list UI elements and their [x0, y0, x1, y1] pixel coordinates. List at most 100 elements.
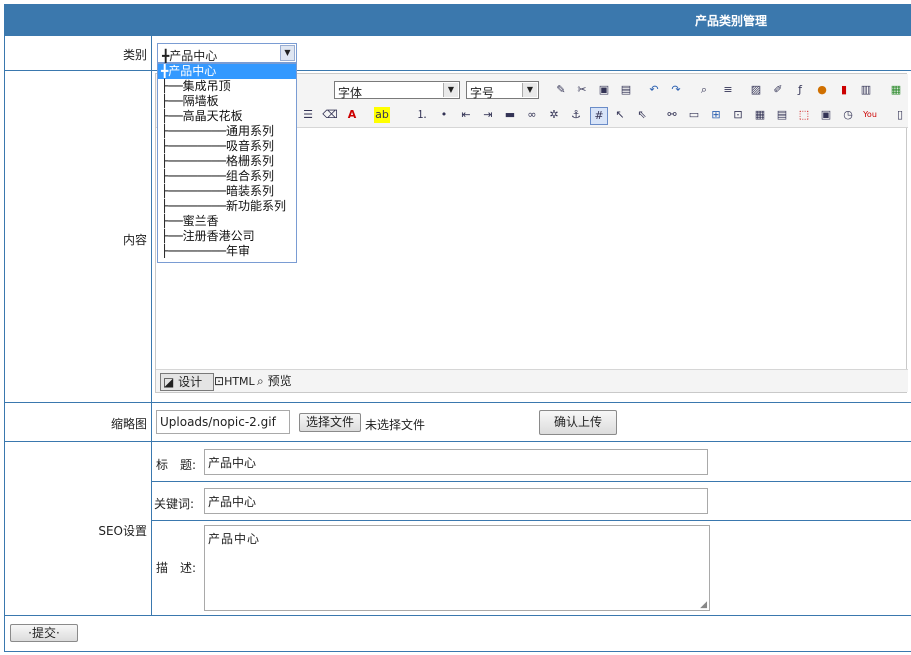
youtube-icon[interactable]: You: [862, 107, 878, 123]
tab-preview-label: 预览: [267, 374, 292, 388]
chevron-down-icon[interactable]: ▼: [522, 83, 537, 97]
thumbnail-path-value: Uploads/nopic-2.gif: [160, 415, 276, 429]
tab-html[interactable]: ⊡HTML: [214, 373, 255, 389]
find-replace-icon[interactable]: ⌕: [696, 82, 712, 98]
table-grid-icon[interactable]: #: [590, 107, 608, 125]
calendar-icon[interactable]: ▣: [818, 107, 834, 123]
excel-icon[interactable]: ▦: [888, 82, 904, 98]
image-icon[interactable]: ▨: [748, 82, 764, 98]
thumbnail-path-input[interactable]: Uploads/nopic-2.gif: [156, 410, 290, 434]
pdf-icon[interactable]: ▮: [836, 82, 852, 98]
category-row: 类别: [5, 36, 911, 71]
seo-label: SEO设置: [98, 524, 147, 538]
paste-word-icon[interactable]: ▣: [596, 82, 612, 98]
highlight-icon[interactable]: ab: [374, 107, 390, 123]
select-icon[interactable]: ↖: [612, 107, 628, 123]
seo-desc-label: 描 述:: [156, 561, 197, 575]
size-select[interactable]: 字号 ▼: [466, 81, 539, 100]
seo-keywords-label: 关键词:: [154, 497, 195, 511]
seo-title-label: 标 题:: [156, 458, 197, 472]
category-option[interactable]: ├────────格栅系列: [158, 154, 296, 169]
tab-design[interactable]: ◪ 设计: [160, 373, 214, 391]
layer-icon[interactable]: ⊞: [708, 107, 724, 123]
outdent-icon[interactable]: ⇤: [458, 107, 474, 123]
undo-icon[interactable]: ↶: [646, 82, 662, 98]
chevron-down-icon[interactable]: ▼: [443, 83, 458, 97]
ordered-list-icon[interactable]: ⒈: [414, 107, 430, 123]
insert-box-icon[interactable]: ⊡: [730, 107, 746, 123]
divider: [151, 403, 152, 442]
flash-icon[interactable]: ƒ: [792, 82, 808, 98]
upload-button[interactable]: 确认上传: [539, 410, 617, 435]
editor-footer: ◪ 设计 ⊡HTML ⌕ 预览: [156, 369, 908, 392]
pointer-icon[interactable]: ⇖: [634, 107, 650, 123]
format-icon[interactable]: ≡: [720, 82, 736, 98]
search-icon: ⌕: [257, 374, 264, 388]
unordered-list-icon[interactable]: •: [436, 107, 452, 123]
category-option[interactable]: ├────────年审: [158, 244, 296, 259]
draw-icon[interactable]: ✐: [770, 82, 786, 98]
new-page-icon[interactable]: ▯: [892, 107, 908, 123]
tab-preview[interactable]: ⌕ 预览: [257, 373, 292, 389]
category-dropdown[interactable]: ╋产品中心 ├──集成吊顶 ├──隔墙板 ├──高晶天花板 ├────────通用系列 ├…: [157, 63, 297, 263]
content-label: 内容: [122, 233, 147, 247]
category-option[interactable]: ├────────组合系列: [158, 169, 296, 184]
clean-icon[interactable]: ✎: [553, 82, 569, 98]
link-icon[interactable]: ∞: [524, 107, 540, 123]
paste-text-icon[interactable]: ▤: [618, 82, 634, 98]
seo-title-input[interactable]: 产品中心: [204, 449, 708, 475]
file-icon[interactable]: ▥: [858, 82, 874, 98]
indent-icon[interactable]: ⇥: [480, 107, 496, 123]
table-props-icon[interactable]: ▤: [774, 107, 790, 123]
size-select-value: 字号: [470, 86, 495, 100]
divider: [151, 71, 152, 403]
divider: [151, 36, 152, 71]
no-file-text: 未选择文件: [365, 418, 426, 432]
eraser-icon[interactable]: ⌫: [322, 107, 338, 123]
seo-desc-value: 产品中心: [208, 532, 261, 546]
seo-keywords-input[interactable]: 产品中心: [204, 488, 708, 514]
cut-icon[interactable]: ✂: [574, 82, 590, 98]
resize-handle-icon[interactable]: ◢: [700, 600, 708, 610]
anchor-icon[interactable]: ⚓: [568, 107, 584, 123]
textbox-icon[interactable]: ▭: [686, 107, 702, 123]
header-bar: 产品类别管理: [5, 4, 911, 36]
category-selected-value: ╋产品中心: [162, 49, 218, 63]
font-select[interactable]: 字体 ▼: [334, 81, 460, 100]
category-option[interactable]: ├──蜜兰香: [158, 214, 296, 229]
chevron-down-icon[interactable]: ▼: [280, 45, 295, 61]
category-option[interactable]: ├──注册香港公司: [158, 229, 296, 244]
binoculars-icon[interactable]: ⚯: [664, 107, 680, 123]
choose-file-button[interactable]: 选择文件: [299, 413, 361, 432]
category-option[interactable]: ├────────通用系列: [158, 124, 296, 139]
category-option[interactable]: ╋产品中心: [158, 64, 296, 79]
category-label: 类别: [122, 48, 147, 62]
thumbnail-label: 缩略图: [110, 417, 147, 431]
seo-desc-textarea[interactable]: 产品中心 ◢: [204, 525, 710, 611]
tab-html-label: HTML: [224, 375, 255, 388]
font-select-value: 字体: [338, 86, 363, 100]
seo-keywords-value: 产品中心: [208, 495, 257, 509]
tab-design-label: 设计: [178, 375, 203, 389]
hr-icon[interactable]: ▬: [502, 107, 518, 123]
category-option[interactable]: ├────────新功能系列: [158, 199, 296, 214]
media-icon[interactable]: ●: [814, 82, 830, 98]
page-title: 产品类别管理: [695, 14, 768, 28]
clock-icon[interactable]: ◷: [840, 107, 856, 123]
thumbnail-row: 缩略图: [5, 403, 911, 442]
table-icon[interactable]: ▦: [752, 107, 768, 123]
category-option[interactable]: ├──隔墙板: [158, 94, 296, 109]
redo-icon[interactable]: ↷: [668, 82, 684, 98]
design-icon: ◪: [163, 375, 175, 389]
html-icon: ⊡: [214, 374, 225, 388]
unlink-icon[interactable]: ✲: [546, 107, 562, 123]
category-option[interactable]: ├──集成吊顶: [158, 79, 296, 94]
category-option[interactable]: ├────────暗装系列: [158, 184, 296, 199]
category-option[interactable]: ├──高晶天花板: [158, 109, 296, 124]
font-color-icon[interactable]: A: [344, 107, 360, 123]
category-option[interactable]: ├────────吸音系列: [158, 139, 296, 154]
dashed-box-icon[interactable]: ⬚: [796, 107, 812, 123]
justify-icon[interactable]: ☰: [300, 107, 316, 123]
submit-button[interactable]: ·提交·: [10, 624, 78, 642]
category-select[interactable]: ╋产品中心 ▼: [157, 43, 297, 63]
